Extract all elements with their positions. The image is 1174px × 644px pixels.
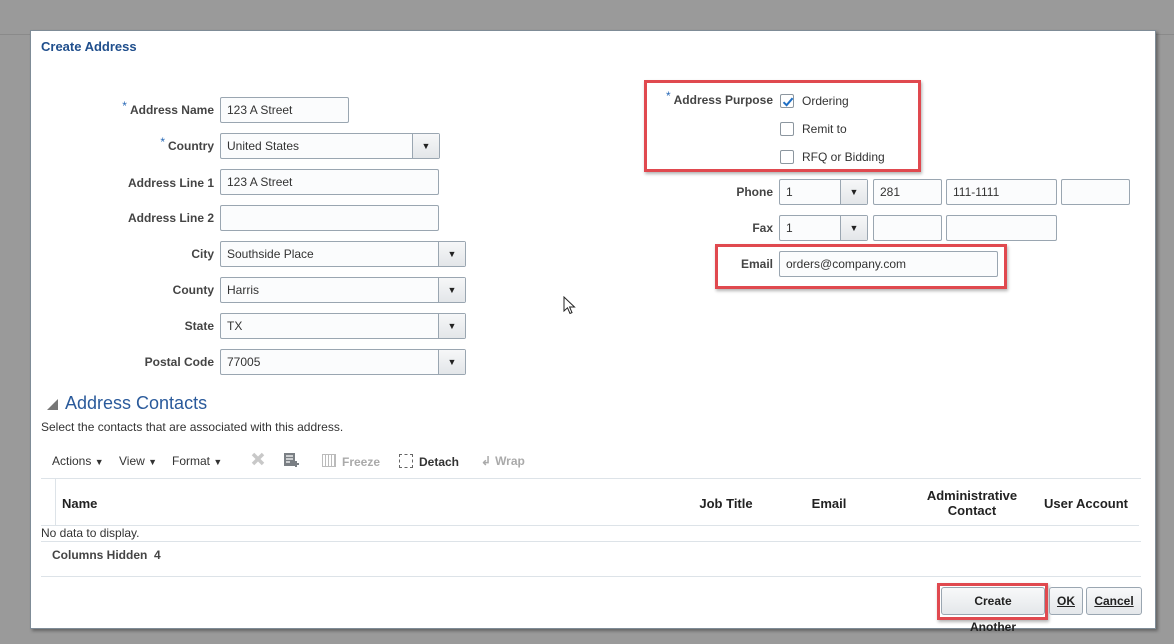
fax-number-input[interactable]	[946, 215, 1057, 241]
columns-hidden-status: Columns Hidden 4	[52, 548, 161, 562]
freeze-button: Freeze	[322, 454, 380, 469]
address-line2-label: Address Line 2	[127, 211, 214, 225]
chevron-down-icon[interactable]: ▼	[438, 278, 465, 302]
view-menu[interactable]: View ▼	[119, 454, 157, 468]
fax-area-code-input[interactable]	[873, 215, 942, 241]
city-label: City	[191, 247, 214, 261]
background-divider	[1156, 34, 1174, 35]
create-another-highlight	[937, 583, 1048, 620]
chevron-down-icon: ▼	[148, 457, 158, 467]
actions-menu[interactable]: Actions ▼	[52, 454, 104, 468]
country-value: United States	[227, 139, 300, 153]
cancel-button[interactable]: Cancel	[1086, 587, 1142, 615]
delete-icon[interactable]	[250, 451, 266, 470]
fax-country-code-value: 1	[786, 221, 793, 235]
chevron-down-icon[interactable]: ▼	[438, 350, 465, 374]
column-header-name[interactable]: Name	[62, 496, 97, 511]
country-label: * Country	[160, 135, 214, 153]
background-divider	[0, 34, 30, 35]
column-header-email[interactable]: Email	[789, 496, 869, 511]
postal-code-select[interactable]: 77005 ▼	[220, 349, 466, 375]
phone-number-input[interactable]: 111-1111	[946, 179, 1057, 205]
chevron-down-icon: ▼	[213, 457, 223, 467]
address-contacts-description: Select the contacts that are associated …	[41, 420, 344, 434]
create-address-dialog: Create Address * Address Name 123 A Stree…	[30, 30, 1156, 634]
fax-country-code-select[interactable]: 1 ▼	[779, 215, 868, 241]
wrap-icon: ↲	[481, 454, 492, 468]
phone-country-code-value: 1	[786, 185, 793, 199]
address-purpose-highlight	[644, 80, 921, 172]
address-line1-input[interactable]: 123 A Street	[220, 169, 439, 195]
collapse-triangle-icon[interactable]	[47, 399, 58, 410]
postal-code-label: Postal Code	[144, 355, 214, 369]
required-indicator: *	[122, 99, 127, 113]
address-name-input[interactable]: 123 A Street	[220, 97, 349, 123]
detach-icon	[399, 454, 413, 468]
detach-button[interactable]: Detach	[399, 454, 459, 469]
chevron-down-icon[interactable]: ▼	[840, 180, 867, 204]
column-header-job-title[interactable]: Job Title	[686, 496, 766, 511]
table-divider	[41, 541, 1141, 542]
ok-button[interactable]: OK	[1049, 587, 1083, 615]
address-line2-input[interactable]	[220, 205, 439, 231]
column-divider	[55, 479, 56, 525]
column-header-administrative-contact[interactable]: Administrative Contact	[911, 488, 1033, 518]
address-line1-label: Address Line 1	[127, 176, 214, 190]
address-contacts-heading[interactable]: Address Contacts	[65, 393, 207, 414]
phone-extension-input[interactable]	[1061, 179, 1130, 205]
freeze-icon	[322, 454, 336, 467]
mouse-cursor-icon	[563, 295, 577, 319]
wrap-button: ↲ Wrap	[481, 454, 525, 468]
county-label: County	[172, 283, 214, 297]
toolbar-divider	[41, 478, 1141, 479]
footer-divider	[41, 576, 1141, 577]
header-divider	[41, 525, 1139, 526]
format-menu[interactable]: Format ▼	[172, 454, 222, 468]
state-value: TX	[227, 319, 243, 333]
chevron-down-icon[interactable]: ▼	[438, 242, 465, 266]
column-header-user-account[interactable]: User Account	[1036, 496, 1136, 511]
city-value: Southside Place	[227, 247, 314, 261]
country-select[interactable]: United States ▼	[220, 133, 440, 159]
phone-label: Phone	[736, 185, 773, 199]
required-indicator: *	[160, 135, 165, 149]
fax-label: Fax	[752, 221, 773, 235]
empty-table-message: No data to display.	[41, 526, 140, 540]
add-row-icon[interactable]	[282, 451, 300, 472]
chevron-down-icon[interactable]: ▼	[840, 216, 867, 240]
county-value: Harris	[227, 283, 259, 297]
chevron-down-icon[interactable]: ▼	[438, 314, 465, 338]
postal-code-value: 77005	[227, 355, 261, 369]
chevron-down-icon: ▼	[94, 457, 104, 467]
address-name-label: * Address Name	[122, 99, 214, 117]
state-select[interactable]: TX ▼	[220, 313, 466, 339]
email-highlight	[715, 244, 1007, 289]
phone-country-code-select[interactable]: 1 ▼	[779, 179, 868, 205]
dialog-title: Create Address	[41, 39, 137, 54]
city-select[interactable]: Southside Place ▼	[220, 241, 466, 267]
phone-area-code-input[interactable]: 281	[873, 179, 942, 205]
county-select[interactable]: Harris ▼	[220, 277, 466, 303]
chevron-down-icon[interactable]: ▼	[412, 134, 439, 158]
state-label: State	[184, 319, 214, 333]
